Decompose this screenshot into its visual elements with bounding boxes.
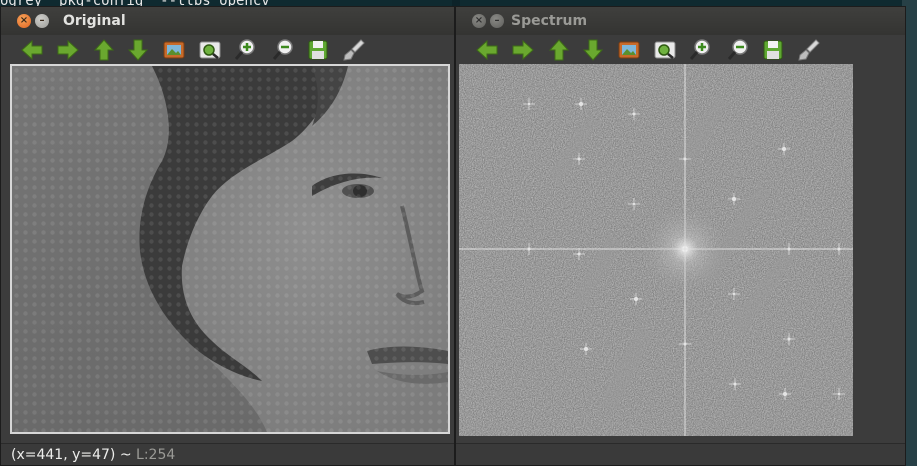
spectrum-toolbar — [456, 35, 905, 65]
arrow-down-icon — [582, 39, 604, 61]
pan-up-button[interactable] — [546, 37, 572, 63]
window-title: Original — [63, 13, 126, 29]
arrow-down-icon — [127, 39, 149, 61]
zoom-out-button[interactable] — [271, 37, 297, 63]
arrow-up-icon — [548, 39, 570, 61]
properties-button[interactable] — [796, 37, 822, 63]
arrow-right-icon — [512, 39, 534, 61]
zoom-original-button[interactable] — [161, 37, 187, 63]
minimize-button[interactable]: – — [490, 14, 504, 28]
save-icon — [308, 40, 328, 60]
original-titlebar[interactable]: × – Original — [1, 7, 454, 35]
save-button[interactable] — [305, 37, 331, 63]
save-button[interactable] — [760, 37, 786, 63]
status-bar — [456, 443, 905, 465]
fft-spectrum-image — [459, 64, 853, 436]
cursor-coordinates: (x=441, y=47) ~ — [11, 447, 137, 463]
portrait-photo — [12, 66, 448, 432]
zoom-original-button[interactable] — [616, 37, 642, 63]
close-icon: × — [19, 15, 29, 26]
image-icon — [163, 41, 185, 59]
brush-icon — [798, 39, 820, 61]
original-toolbar — [1, 35, 454, 65]
pan-right-button[interactable] — [55, 37, 81, 63]
pan-left-button[interactable] — [19, 37, 45, 63]
arrow-left-icon — [476, 39, 498, 61]
arrow-up-icon — [93, 39, 115, 61]
zoom-fit-button[interactable] — [197, 37, 223, 63]
zoom-fit-icon — [654, 41, 676, 59]
save-icon — [763, 40, 783, 60]
pan-right-button[interactable] — [510, 37, 536, 63]
zoom-fit-button[interactable] — [652, 37, 678, 63]
zoom-fit-icon — [199, 41, 221, 59]
original-image-canvas[interactable] — [10, 64, 450, 434]
close-button[interactable]: × — [17, 14, 31, 28]
minimize-icon: – — [494, 15, 500, 26]
close-button[interactable]: × — [472, 14, 486, 28]
pan-down-button[interactable] — [580, 37, 606, 63]
brush-icon — [343, 39, 365, 61]
zoom-out-button[interactable] — [726, 37, 752, 63]
close-icon: × — [474, 15, 484, 26]
spectrum-image-canvas[interactable] — [459, 64, 853, 436]
pan-down-button[interactable] — [125, 37, 151, 63]
arrow-right-icon — [57, 39, 79, 61]
zoom-out-icon — [272, 39, 293, 60]
zoom-in-button[interactable] — [233, 37, 259, 63]
pixel-level: L:254 — [136, 447, 176, 463]
pan-up-button[interactable] — [91, 37, 117, 63]
minimize-button[interactable]: – — [35, 14, 49, 28]
window-title: Spectrum — [511, 13, 588, 29]
zoom-in-icon — [689, 39, 710, 60]
spectrum-titlebar[interactable]: × – Spectrum — [456, 7, 905, 35]
status-bar: (x=441, y=47) ~ L:254 — [1, 443, 454, 465]
spectrum-window: × – Spectrum — [455, 6, 906, 466]
image-icon — [618, 41, 640, 59]
minimize-icon: – — [39, 15, 45, 26]
arrow-left-icon — [21, 39, 43, 61]
original-window: × – Original (x=441, y=47) ~ L:254 — [0, 6, 455, 466]
zoom-out-icon — [727, 39, 748, 60]
zoom-in-button[interactable] — [688, 37, 714, 63]
zoom-in-icon — [234, 39, 255, 60]
pan-left-button[interactable] — [474, 37, 500, 63]
properties-button[interactable] — [341, 37, 367, 63]
